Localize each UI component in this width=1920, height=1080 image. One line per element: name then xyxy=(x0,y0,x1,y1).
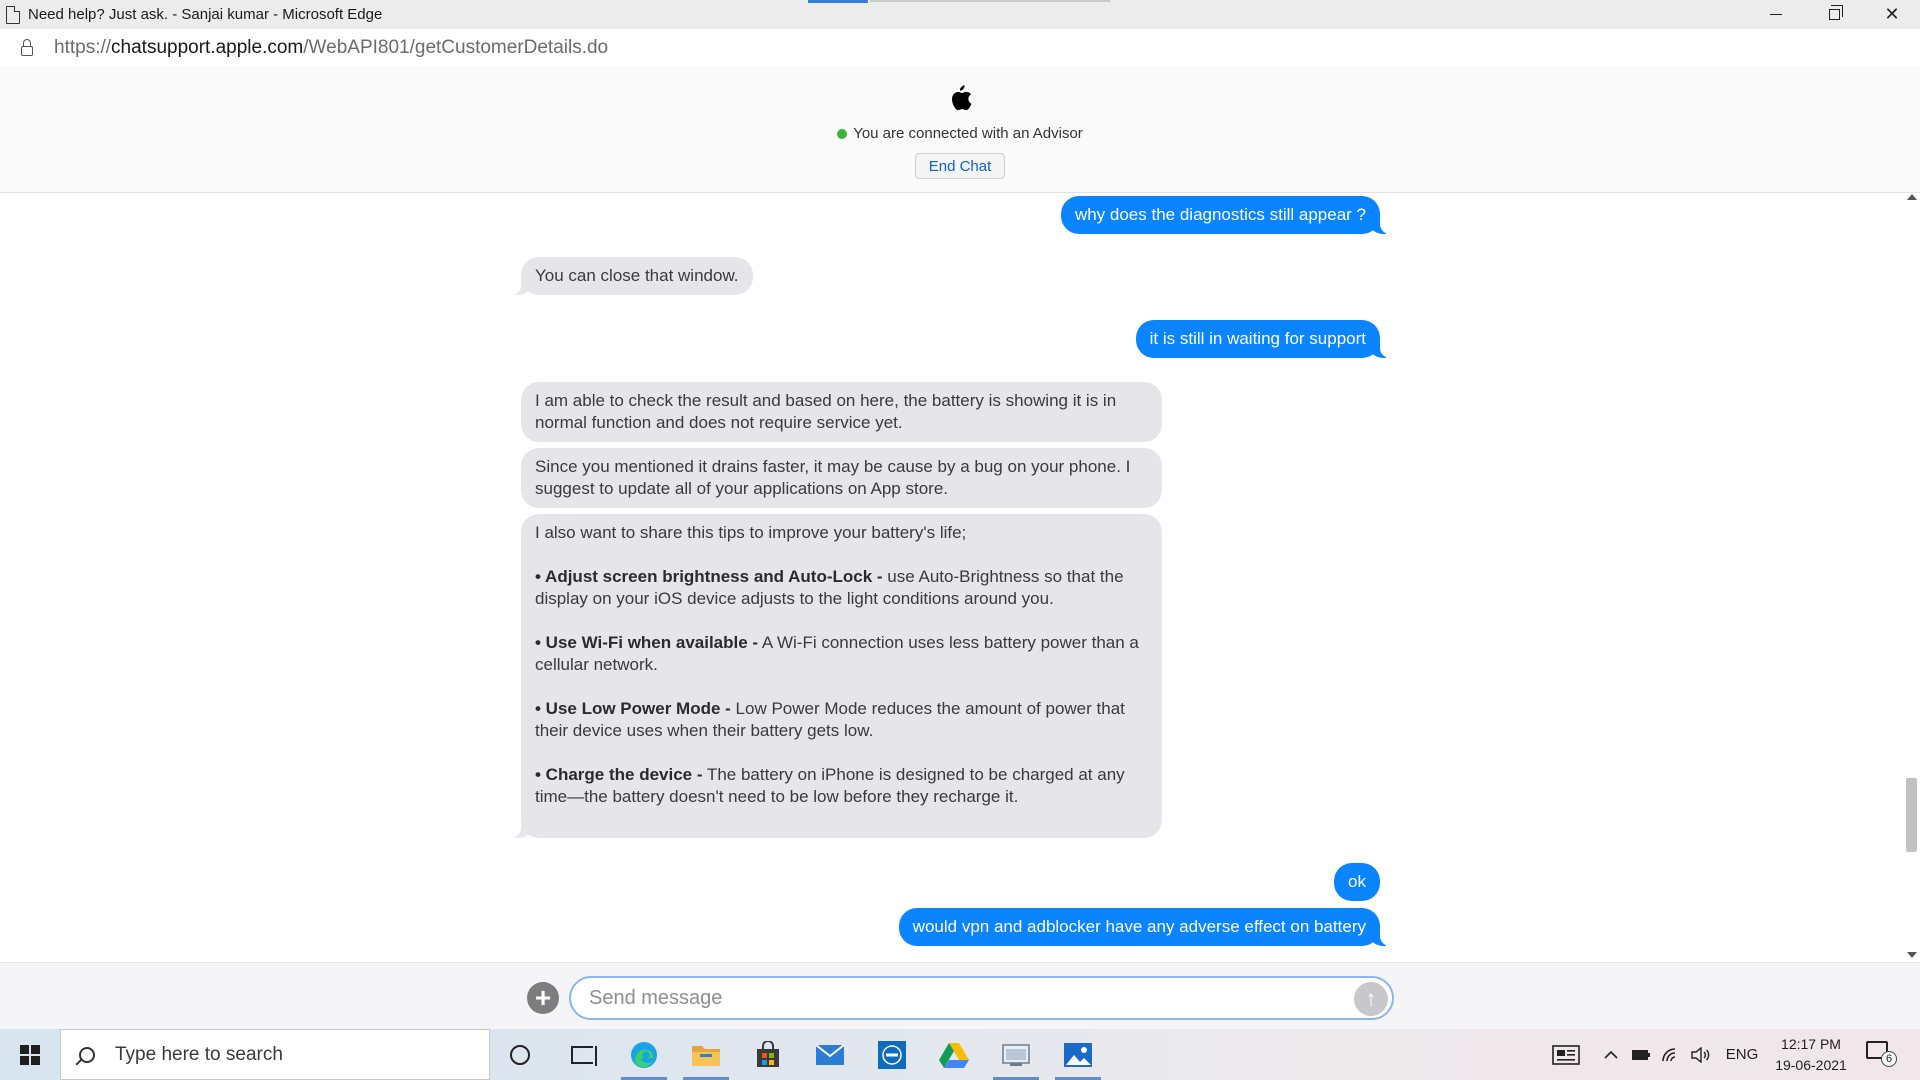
start-button[interactable] xyxy=(0,1029,60,1080)
folder-icon xyxy=(692,1045,720,1066)
message-text: I also want to share this tips to improv… xyxy=(535,523,967,542)
close-icon: ✕ xyxy=(1884,4,1900,24)
speaker-icon xyxy=(1691,1046,1710,1063)
taskbar-photos[interactable] xyxy=(1049,1029,1107,1080)
message-outgoing: it is still in waiting for support xyxy=(1135,320,1393,358)
taskbar-clock[interactable]: 12:17 PM 19-06-2021 xyxy=(1770,1034,1852,1076)
news-button[interactable] xyxy=(1548,1029,1584,1080)
message-incoming: I am able to check the result and based … xyxy=(521,382,1162,442)
tip-item: • Charge the device - The battery on iPh… xyxy=(535,764,1148,808)
compose-bar: + ↑ xyxy=(0,962,1920,1029)
edge-icon xyxy=(631,1041,657,1068)
wifi-button[interactable] xyxy=(1658,1029,1684,1080)
chevron-up-icon xyxy=(1604,1050,1618,1059)
close-button[interactable]: ✕ xyxy=(1864,0,1920,29)
chat-header: You are connected with an Advisor End Ch… xyxy=(0,67,1920,193)
url-text[interactable]: https://chatsupport.apple.com/WebAPI801/… xyxy=(54,37,608,59)
task-view-button[interactable] xyxy=(553,1029,611,1080)
add-attachment-button[interactable]: + xyxy=(527,982,559,1014)
taskbar-store[interactable] xyxy=(739,1029,797,1080)
taskbar-mail[interactable] xyxy=(801,1029,859,1080)
scroll-down-icon[interactable] xyxy=(1907,952,1917,958)
message-outgoing: ok xyxy=(1334,863,1380,901)
scroll-up-icon[interactable] xyxy=(1907,194,1917,200)
taskbar-search[interactable]: Type here to search xyxy=(60,1029,490,1080)
taskbar-google-drive[interactable] xyxy=(925,1029,983,1080)
end-chat-button[interactable]: End Chat xyxy=(915,153,1005,179)
status-dot-icon xyxy=(837,129,848,139)
message-list[interactable]: why does the diagnostics still appear ? … xyxy=(0,194,1902,962)
message-incoming-tips: I also want to share this tips to improv… xyxy=(509,514,1162,838)
notification-center-button[interactable]: 6 xyxy=(1866,1041,1897,1067)
task-view-icon xyxy=(571,1045,597,1066)
taskbar-app-window[interactable] xyxy=(987,1029,1045,1080)
search-icon xyxy=(79,1046,95,1063)
url-host: chatsupport.apple.com xyxy=(111,37,304,58)
tip-item: • Use Low Power Mode - Low Power Mode re… xyxy=(535,698,1148,742)
lock-icon[interactable] xyxy=(21,39,33,56)
window-title: Need help? Just ask. - Sanjai kumar - Mi… xyxy=(28,6,383,23)
clock-time: 12:17 PM xyxy=(1781,1036,1841,1052)
connection-status: You are connected with an Advisor xyxy=(0,125,1920,142)
minimize-button[interactable] xyxy=(1748,0,1804,29)
url-path: /WebAPI801/getCustomerDetails.do xyxy=(303,37,609,58)
show-hidden-icons-button[interactable] xyxy=(1598,1029,1624,1080)
screen: Need help? Just ask. - Sanjai kumar - Mi… xyxy=(0,0,1920,1080)
loading-track xyxy=(870,0,1110,2)
volume-button[interactable] xyxy=(1688,1029,1714,1080)
cortana-icon xyxy=(510,1044,530,1065)
tip-title: • Use Wi-Fi when available - xyxy=(535,633,759,652)
scroll-thumb[interactable] xyxy=(1906,778,1917,852)
window-app-icon xyxy=(1002,1043,1030,1066)
message-scrollbar[interactable] xyxy=(1902,194,1920,962)
input-language-button[interactable]: ENG xyxy=(1720,1029,1764,1080)
message-text: it is still in waiting for support xyxy=(1149,329,1366,348)
tip-title: • Charge the device - xyxy=(535,765,703,784)
message-outgoing: why does the diagnostics still appear ? xyxy=(1060,196,1393,234)
loading-indicator xyxy=(808,0,868,3)
store-icon xyxy=(757,1040,779,1067)
battery-icon xyxy=(1632,1049,1650,1060)
page-icon xyxy=(6,5,20,24)
tip-title: • Use Low Power Mode - xyxy=(535,699,731,718)
message-text: would vpn and adblocker have any adverse… xyxy=(912,917,1366,936)
dell-icon xyxy=(878,1040,906,1069)
message-text: why does the diagnostics still appear ? xyxy=(1074,205,1366,224)
notification-count-badge: 6 xyxy=(1881,1051,1897,1067)
clock-date: 19-06-2021 xyxy=(1775,1057,1847,1073)
restore-icon xyxy=(1828,5,1843,20)
apple-logo-icon xyxy=(952,85,972,111)
restore-button[interactable] xyxy=(1806,0,1862,29)
photos-icon xyxy=(1064,1042,1092,1067)
message-outgoing: would vpn and adblocker have any adverse… xyxy=(898,908,1393,946)
message-text: You can close that window. xyxy=(535,266,739,285)
wifi-icon xyxy=(1662,1047,1676,1061)
status-text: You are connected with an Advisor xyxy=(853,125,1083,142)
mail-icon xyxy=(815,1043,845,1065)
browser-title-bar: Need help? Just ask. - Sanjai kumar - Mi… xyxy=(0,0,1920,29)
send-button[interactable]: ↑ xyxy=(1354,982,1388,1016)
tip-item: • Adjust screen brightness and Auto-Lock… xyxy=(535,566,1148,610)
taskbar-dell[interactable] xyxy=(863,1029,921,1080)
url-prefix: https:// xyxy=(54,37,112,58)
message-input[interactable] xyxy=(569,976,1394,1020)
message-text: Since you mentioned it drains faster, it… xyxy=(535,457,1131,498)
message-incoming: You can close that window. xyxy=(509,257,753,295)
message-incoming: Since you mentioned it drains faster, it… xyxy=(521,448,1162,508)
minimize-icon xyxy=(1770,13,1782,16)
tip-item: • Use Wi-Fi when available - A Wi-Fi con… xyxy=(535,632,1148,676)
taskbar-edge[interactable] xyxy=(615,1029,673,1080)
tip-title: • Adjust screen brightness and Auto-Lock… xyxy=(535,567,883,586)
message-text: ok xyxy=(1348,872,1366,891)
taskbar-file-explorer[interactable] xyxy=(677,1029,735,1080)
address-bar[interactable]: https://chatsupport.apple.com/WebAPI801/… xyxy=(0,29,1920,67)
message-text: I am able to check the result and based … xyxy=(535,391,1117,432)
battery-button[interactable] xyxy=(1628,1029,1654,1080)
news-icon xyxy=(1552,1044,1580,1065)
google-drive-icon xyxy=(939,1042,969,1068)
windows-logo-icon xyxy=(20,1044,40,1065)
windows-taskbar: Type here to search ENG 12:17 PM 19-06-2… xyxy=(0,1029,1920,1080)
cortana-button[interactable] xyxy=(491,1029,549,1080)
taskbar-search-placeholder: Type here to search xyxy=(115,1043,283,1065)
